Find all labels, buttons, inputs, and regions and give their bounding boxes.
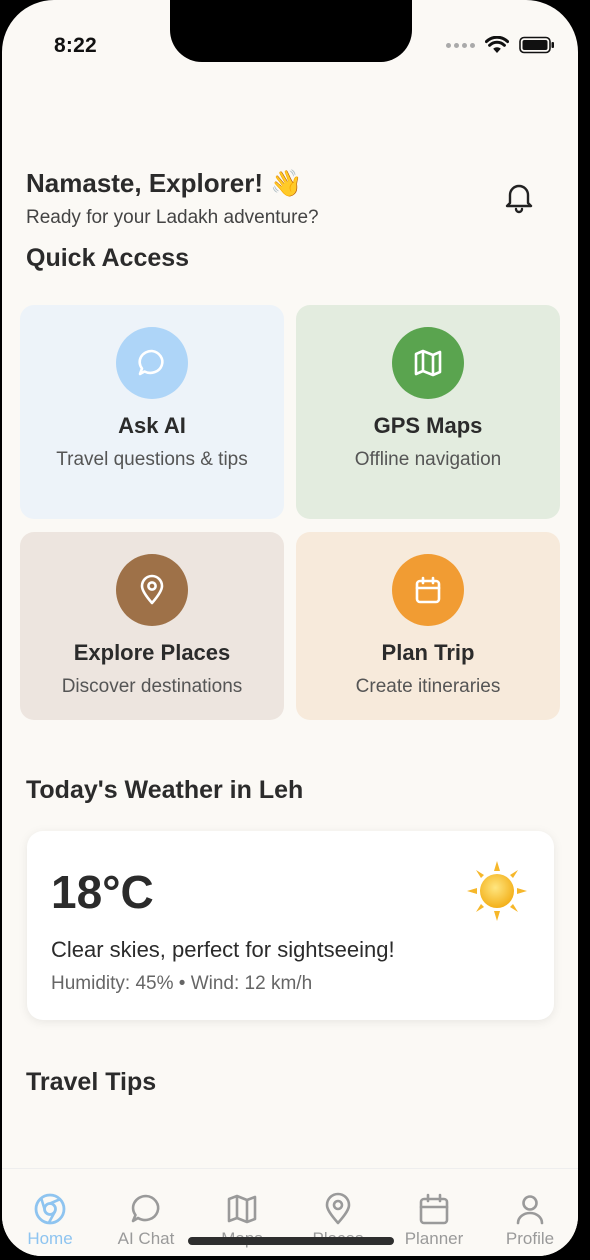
ask-ai-icon-circle (116, 327, 188, 399)
device-notch (170, 0, 412, 62)
battery-icon (519, 36, 554, 54)
phone-frame: 8:22 Namaste, Explorer! 👋 Ready for your… (0, 0, 590, 1260)
travel-tips-title: Travel Tips (26, 1068, 157, 1096)
greeting-subtitle: Ready for your Ladakh adventure? (26, 207, 319, 228)
status-time: 8:22 (54, 34, 97, 57)
map-pin-icon (140, 574, 164, 605)
plan-trip-subtitle: Create itineraries (355, 676, 501, 697)
tab-home[interactable]: Home (2, 1191, 98, 1249)
user-icon (516, 1195, 544, 1225)
sun-icon (467, 861, 527, 921)
calendar-icon (415, 576, 441, 604)
chat-bubble-icon (138, 349, 164, 376)
ask-ai-card[interactable]: Ask AI Travel questions & tips (20, 305, 284, 519)
greeting-title: Namaste, Explorer! 👋 (26, 168, 303, 198)
gps-maps-card[interactable]: GPS Maps Offline navigation (296, 305, 560, 519)
weather-temperature: 18°C (51, 866, 154, 918)
tab-ai-chat-label: AI Chat (117, 1229, 175, 1248)
map-icon (227, 1194, 257, 1224)
wifi-icon (485, 36, 509, 53)
explore-places-icon-circle (116, 554, 188, 626)
quick-access-title: Quick Access (26, 244, 190, 272)
explore-places-title: Explore Places (73, 640, 231, 665)
ask-ai-title: Ask AI (118, 413, 186, 438)
plan-trip-icon-circle (392, 554, 464, 626)
plan-trip-title: Plan Trip (381, 640, 475, 665)
tab-ai-chat[interactable]: AI Chat (98, 1191, 194, 1249)
gps-maps-subtitle: Offline navigation (354, 449, 502, 470)
app-screen: 8:22 Namaste, Explorer! 👋 Ready for your… (2, 0, 578, 1256)
weather-details: Humidity: 45% • Wind: 12 km/h (51, 973, 313, 994)
weather-section-title: Today's Weather in Leh (26, 776, 304, 804)
explore-places-subtitle: Discover destinations (61, 676, 243, 697)
calendar-icon (419, 1193, 449, 1225)
home-icon (34, 1193, 66, 1225)
gps-maps-title: GPS Maps (373, 413, 483, 438)
weather-card: 18°C Clear skies, perfect for sightseein… (27, 831, 554, 1020)
gps-maps-icon-circle (392, 327, 464, 399)
home-indicator (188, 1237, 394, 1245)
tab-home-label: Home (27, 1229, 73, 1248)
weather-description: Clear skies, perfect for sightseeing! (51, 937, 395, 962)
explore-places-card[interactable]: Explore Places Discover destinations (20, 532, 284, 720)
signal-icon (446, 42, 475, 48)
plan-trip-card[interactable]: Plan Trip Create itineraries (296, 532, 560, 720)
tab-profile[interactable]: Profile (482, 1191, 578, 1249)
notifications-button[interactable] (500, 178, 538, 216)
map-icon (414, 349, 442, 377)
status-icons (446, 36, 555, 54)
tab-profile-label: Profile (505, 1229, 555, 1248)
tab-planner-label: Planner (404, 1229, 464, 1248)
chat-bubble-icon (131, 1194, 160, 1223)
map-pin-icon (325, 1192, 351, 1225)
bell-icon (505, 184, 533, 214)
ask-ai-subtitle: Travel questions & tips (56, 449, 248, 470)
tab-planner[interactable]: Planner (386, 1191, 482, 1249)
